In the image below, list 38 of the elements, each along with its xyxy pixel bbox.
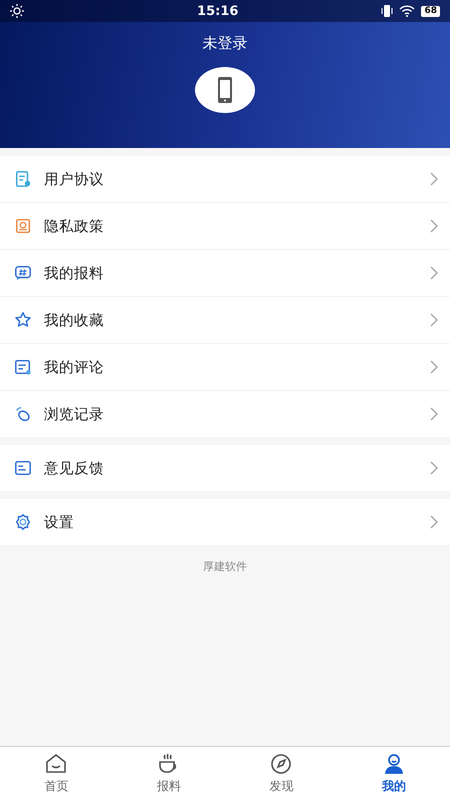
document-icon (14, 170, 32, 188)
menu-item[interactable]: 浏览记录 (0, 391, 450, 437)
history-icon (14, 405, 32, 423)
feedback-icon (14, 459, 32, 477)
menu-item[interactable]: 意见反馈 (0, 445, 450, 491)
chevron-right-icon (430, 461, 438, 475)
chevron-right-icon (430, 266, 438, 280)
footer-text: 厚建软件 (203, 559, 247, 574)
settings-icon (14, 513, 32, 531)
tab[interactable]: 首页 (0, 747, 112, 800)
menu-item[interactable]: 我的报料 (0, 250, 450, 297)
login-status: 未登录 (202, 34, 248, 53)
phone-icon (217, 76, 233, 104)
menu-item[interactable]: 设置 (0, 499, 450, 545)
menu-item[interactable]: 用户协议 (0, 156, 450, 203)
chevron-right-icon (430, 407, 438, 421)
compass-icon (269, 752, 294, 776)
chevron-right-icon (430, 313, 438, 327)
menu-item[interactable]: 隐私政策 (0, 203, 450, 250)
chevron-right-icon (430, 515, 438, 529)
home-icon (44, 752, 68, 776)
star-icon (14, 311, 32, 329)
menu-item[interactable]: 我的评论 (0, 344, 450, 391)
vibrate-icon (381, 4, 394, 18)
menu-item[interactable]: 我的收藏 (0, 297, 450, 344)
comment-list-icon (14, 358, 32, 376)
chevron-right-icon (430, 172, 438, 186)
badge-icon (14, 217, 32, 235)
chevron-right-icon (430, 360, 438, 374)
hash-chat-icon (14, 264, 32, 282)
chevron-right-icon (430, 219, 438, 233)
wifi-icon (399, 5, 416, 17)
tab[interactable]: 我的 (338, 747, 450, 800)
tab[interactable]: 报料 (112, 747, 225, 800)
status-time: 15:16 (197, 4, 238, 18)
battery-level: 68 (421, 6, 440, 16)
tab[interactable]: 发现 (225, 747, 338, 800)
brightness-icon (10, 4, 24, 18)
